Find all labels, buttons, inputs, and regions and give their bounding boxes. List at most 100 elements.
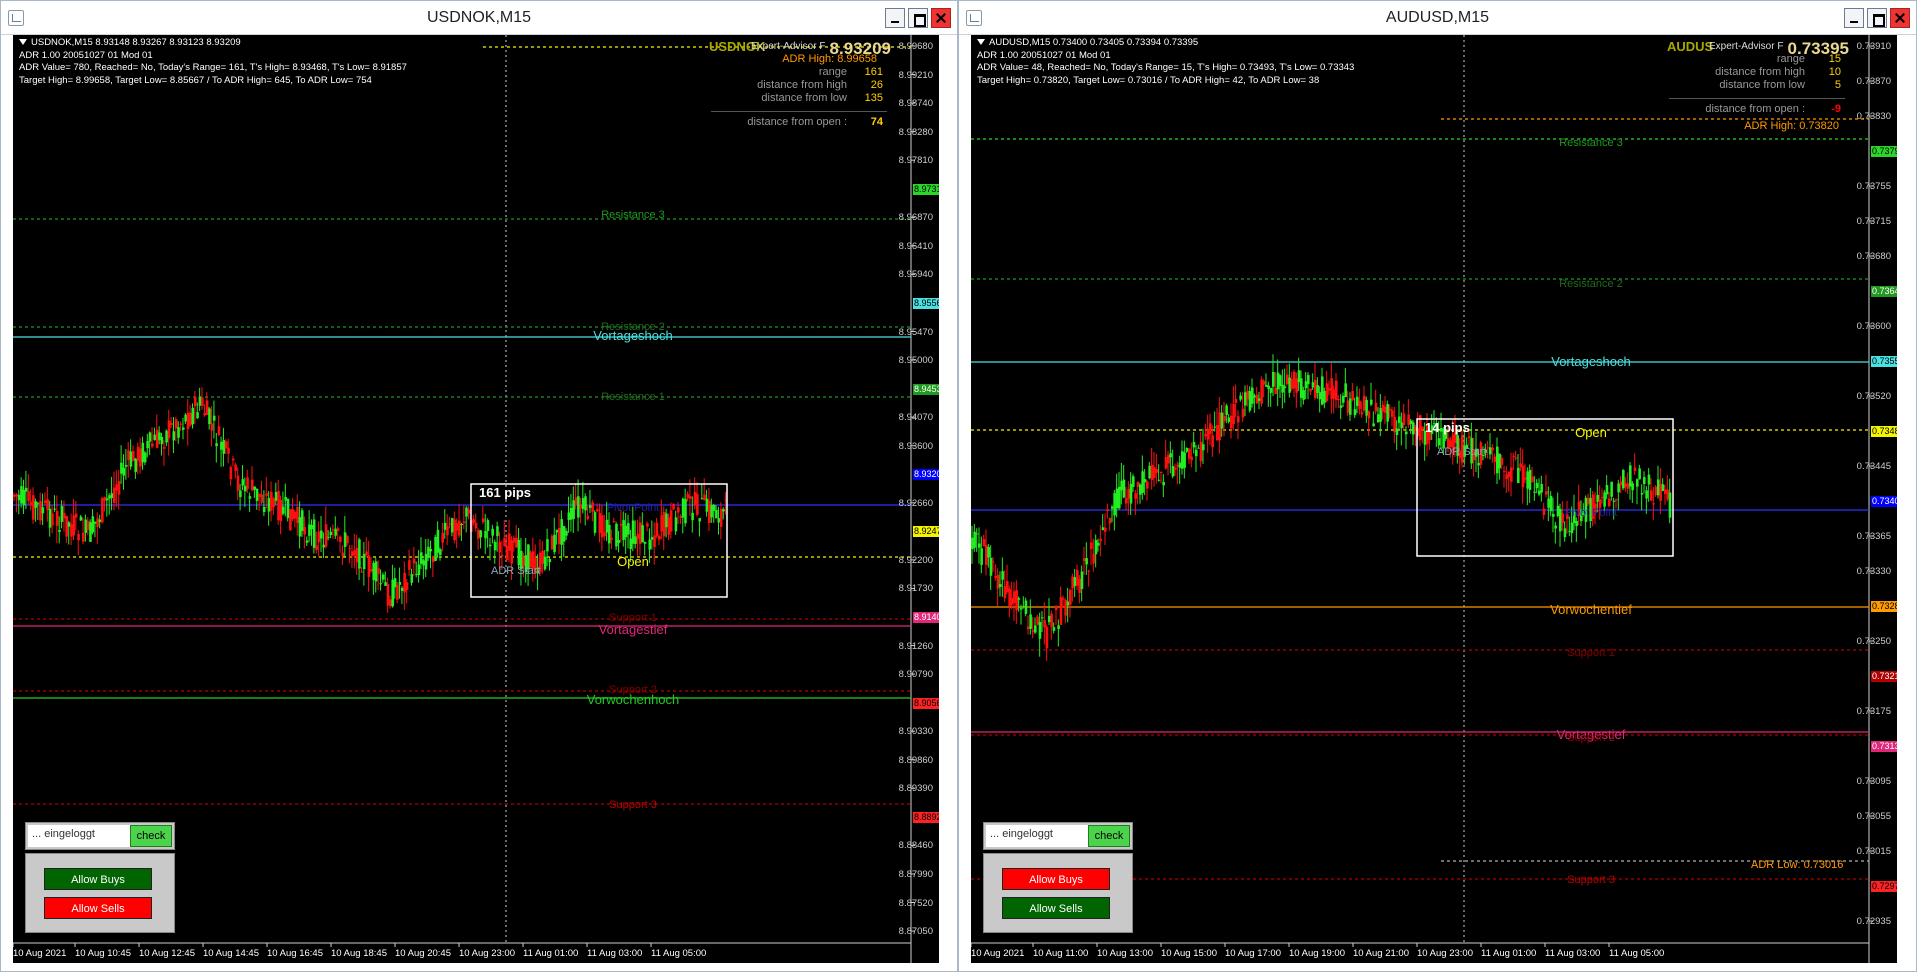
- price-chart[interactable]: USDNOK,M15 8.93148 8.93267 8.93123 8.932…: [13, 35, 939, 963]
- chart-window-usdnok[interactable]: USDNOK,M15 USDNOK,M15 8.93148 8.93267 8.…: [0, 0, 958, 972]
- candle-body: [53, 508, 57, 510]
- allow-buys-button[interactable]: Allow Buys: [1002, 868, 1110, 890]
- candle-body: [1073, 577, 1077, 587]
- candle-body: [622, 520, 625, 540]
- candle-body: [1510, 467, 1513, 482]
- candle-body: [1293, 371, 1296, 389]
- candle-body: [289, 509, 292, 531]
- collapse-triangle-icon[interactable]: [19, 39, 27, 45]
- candle-body: [155, 429, 159, 448]
- candle-body: [1125, 497, 1128, 504]
- close-button[interactable]: [931, 8, 951, 28]
- candle-body: [153, 434, 157, 441]
- candle-body: [1547, 498, 1550, 508]
- candle-body: [672, 503, 675, 510]
- candle-body: [577, 496, 580, 518]
- candle-body: [1409, 420, 1413, 424]
- time-label: 10 Aug 14:45: [203, 948, 259, 959]
- candle-body: [1657, 479, 1660, 496]
- title-bar[interactable]: AUDUSD,M15: [959, 1, 1916, 35]
- candle-body: [1346, 400, 1350, 413]
- candle-body: [1027, 626, 1030, 630]
- candle-body: [1153, 467, 1156, 478]
- candle-body: [1085, 558, 1088, 565]
- candle-body: [1120, 480, 1123, 491]
- level-label-support2: Support 2: [1567, 732, 1615, 744]
- candle-body: [1486, 447, 1490, 449]
- allow-sells-button[interactable]: Allow Sells: [44, 897, 152, 919]
- price-label: 0.73015: [1856, 846, 1891, 857]
- candle-body: [46, 499, 49, 511]
- candle-body: [67, 522, 71, 527]
- range-label: range: [818, 66, 847, 78]
- close-button[interactable]: [1890, 8, 1910, 28]
- candle-body: [1241, 408, 1245, 418]
- price-label: 8.88460: [898, 840, 933, 852]
- candle-body: [1101, 527, 1105, 530]
- candle-body: [474, 522, 478, 529]
- candle-body: [1629, 465, 1632, 487]
- candle-body: [215, 443, 218, 447]
- price-tag: 0.73640: [1871, 286, 1897, 297]
- candle-body: [1111, 506, 1114, 509]
- time-label: 10 Aug 2021: [13, 948, 67, 959]
- candle-body: [1330, 378, 1333, 400]
- candle-body: [1176, 464, 1179, 467]
- minimize-button[interactable]: [885, 8, 905, 28]
- candle-body: [669, 510, 673, 532]
- candle-body: [1631, 483, 1634, 491]
- candle-body: [1076, 569, 1079, 586]
- maximize-button[interactable]: [908, 8, 928, 28]
- allow-buys-button[interactable]: Allow Buys: [44, 868, 152, 890]
- candle-body: [1220, 412, 1224, 429]
- candle-body: [1608, 498, 1611, 507]
- candle-body: [146, 441, 149, 449]
- allow-sells-button[interactable]: Allow Sells: [1002, 897, 1110, 919]
- candle-body: [51, 513, 54, 526]
- candle-body: [1342, 395, 1345, 403]
- candle-body: [236, 475, 240, 491]
- maximize-button[interactable]: [1867, 8, 1887, 28]
- candle-body: [562, 526, 566, 542]
- candle-body: [329, 531, 333, 536]
- price-label: 8.89860: [898, 754, 933, 766]
- candle-body: [1141, 471, 1144, 493]
- candle-body: [367, 555, 371, 578]
- candle-body: [303, 526, 306, 535]
- price-tag: 8.94536: [913, 383, 939, 395]
- level-label-support3: Support 3: [1567, 874, 1615, 886]
- price-label: 8.89390: [898, 783, 933, 795]
- collapse-triangle-icon[interactable]: [977, 39, 985, 45]
- check-button[interactable]: check: [1088, 825, 1130, 847]
- candle-body: [434, 536, 437, 561]
- candle-body: [1391, 410, 1394, 417]
- candle-body: [1421, 426, 1424, 430]
- chart-window-audusd[interactable]: AUDUSD,M15 AUDUSD,M15 0.73400 0.73405 0.…: [958, 0, 1917, 972]
- candle-body: [567, 512, 571, 520]
- distance-high-value: 10: [1828, 66, 1841, 78]
- candle-body: [101, 498, 104, 523]
- price-chart[interactable]: AUDUSD,M15 0.73400 0.73405 0.73394 0.733…: [971, 35, 1897, 963]
- candle-body: [1034, 625, 1037, 633]
- candle-body: [1332, 389, 1336, 399]
- price-tag: 0.73135: [1871, 741, 1897, 752]
- time-label: 11 Aug 05:00: [1609, 948, 1665, 959]
- candle-body: [693, 491, 697, 506]
- candle-body: [1300, 378, 1303, 398]
- time-label: 10 Aug 12:45: [139, 948, 195, 959]
- price-label: 0.73055: [1856, 811, 1891, 822]
- candle-body: [265, 493, 268, 496]
- title-bar[interactable]: USDNOK,M15: [1, 1, 957, 35]
- candle-body: [403, 572, 406, 593]
- candle-body: [220, 441, 223, 450]
- candle-body: [1160, 471, 1163, 473]
- time-label: 11 Aug 03:00: [587, 948, 643, 959]
- level-label-res2: Resistance 2: [1559, 278, 1623, 290]
- check-button[interactable]: check: [130, 825, 172, 847]
- candle-body: [286, 498, 290, 519]
- candle-body: [715, 509, 718, 519]
- candle-body: [93, 521, 97, 524]
- candle-body: [1260, 379, 1263, 404]
- minimize-button[interactable]: [1844, 8, 1864, 28]
- price-label: 8.98740: [898, 98, 933, 110]
